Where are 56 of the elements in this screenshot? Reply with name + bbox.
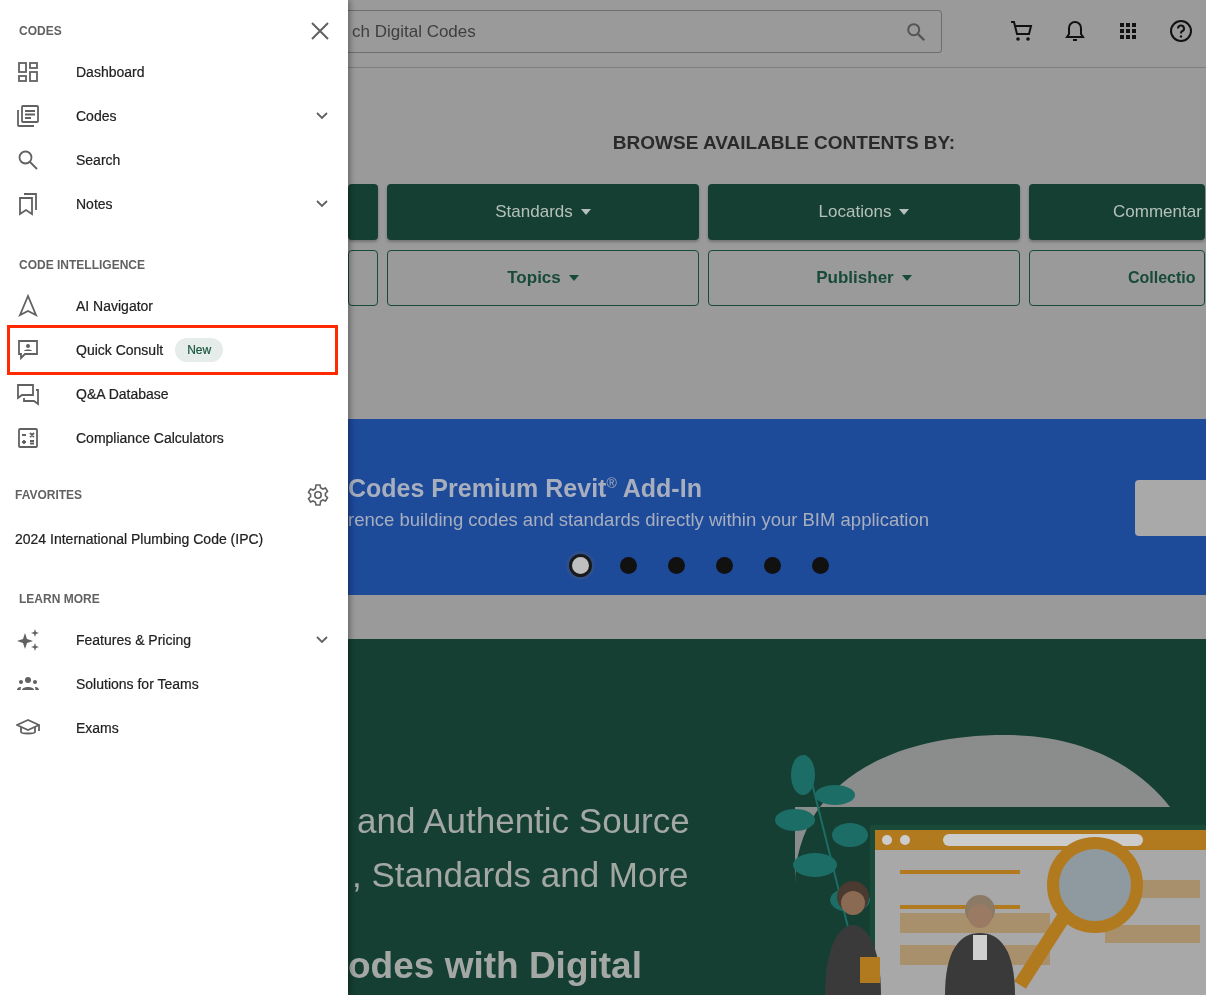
- calculator-icon: [16, 426, 40, 450]
- carousel-dot[interactable]: [812, 557, 829, 575]
- navigation-icon: [16, 294, 40, 318]
- carousel-dot[interactable]: [620, 557, 637, 575]
- close-button[interactable]: [310, 21, 330, 41]
- browse-button[interactable]: Collectio: [1029, 250, 1205, 306]
- caret-icon: [899, 209, 910, 215]
- hero-heading: odes with Digital: [348, 945, 642, 987]
- search-icon: [16, 148, 40, 172]
- help-button[interactable]: [1169, 19, 1193, 43]
- nav-item[interactable]: Codes: [0, 94, 348, 138]
- carousel-dot[interactable]: [668, 557, 685, 575]
- carousel-dot[interactable]: [764, 557, 781, 575]
- section-heading: CODE INTELLIGENCE: [19, 258, 145, 272]
- documents-icon: [16, 104, 40, 128]
- section-heading: LEARN MORE: [19, 592, 100, 606]
- dashboard-icon: [16, 60, 40, 84]
- chat-person-icon: [16, 338, 40, 362]
- banner-title: Codes Premium Revit$^{®}$ Add-In: [348, 473, 703, 505]
- nav-item[interactable]: Q&A Database: [0, 372, 348, 416]
- carousel-dot[interactable]: [569, 554, 592, 578]
- browse-button[interactable]: Locations: [708, 184, 1020, 240]
- browse-button[interactable]: [348, 250, 378, 306]
- nav-item[interactable]: Search: [0, 138, 348, 182]
- browse-button[interactable]: Publisher: [708, 250, 1020, 306]
- nav-item[interactable]: Exams: [0, 706, 348, 750]
- nav-item[interactable]: Dashboard: [0, 50, 348, 94]
- caret-icon: [568, 275, 579, 281]
- section-heading: CODES: [19, 24, 62, 38]
- banner-subtitle: rence building codes and standards directly within your BIM application: [348, 509, 930, 532]
- bell-button[interactable]: [1063, 19, 1087, 43]
- sparkles-icon: [16, 628, 40, 652]
- nav-item[interactable]: Quick Consult New: [7, 325, 338, 375]
- nav-item[interactable]: Compliance Calculators: [0, 416, 348, 460]
- search-icon: [905, 21, 927, 43]
- section-heading: BROWSE AVAILABLE CONTENTS BY:: [611, 132, 957, 154]
- caret-icon: [901, 275, 912, 281]
- section-heading: FAVORITES: [15, 488, 83, 502]
- settings-button[interactable]: [306, 483, 330, 507]
- cart-button[interactable]: [1010, 19, 1034, 43]
- caret-icon: [580, 209, 591, 215]
- new-badge: New: [175, 338, 224, 362]
- hero-text: and Authentic Source: [357, 801, 691, 841]
- nav-item[interactable]: Solutions for Teams: [0, 662, 348, 706]
- bookmarks-icon: [16, 192, 40, 216]
- nav-item[interactable]: AI Navigator: [0, 284, 348, 328]
- browse-button[interactable]: Commentar: [1029, 184, 1205, 240]
- favorite-item[interactable]: 2024 International Plumbing Code (IPC): [0, 514, 348, 564]
- carousel-dot[interactable]: [716, 557, 733, 575]
- nav-item[interactable]: Features & Pricing: [0, 618, 348, 662]
- browse-button[interactable]: Standards: [387, 184, 699, 240]
- hero-text: , Standards and More: [352, 855, 690, 895]
- chat-bubbles-icon: [16, 382, 40, 406]
- browse-button[interactable]: Topics: [387, 250, 699, 306]
- nav-item[interactable]: Notes: [0, 182, 348, 226]
- search-field[interactable]: ch Digital Codes: [348, 10, 942, 53]
